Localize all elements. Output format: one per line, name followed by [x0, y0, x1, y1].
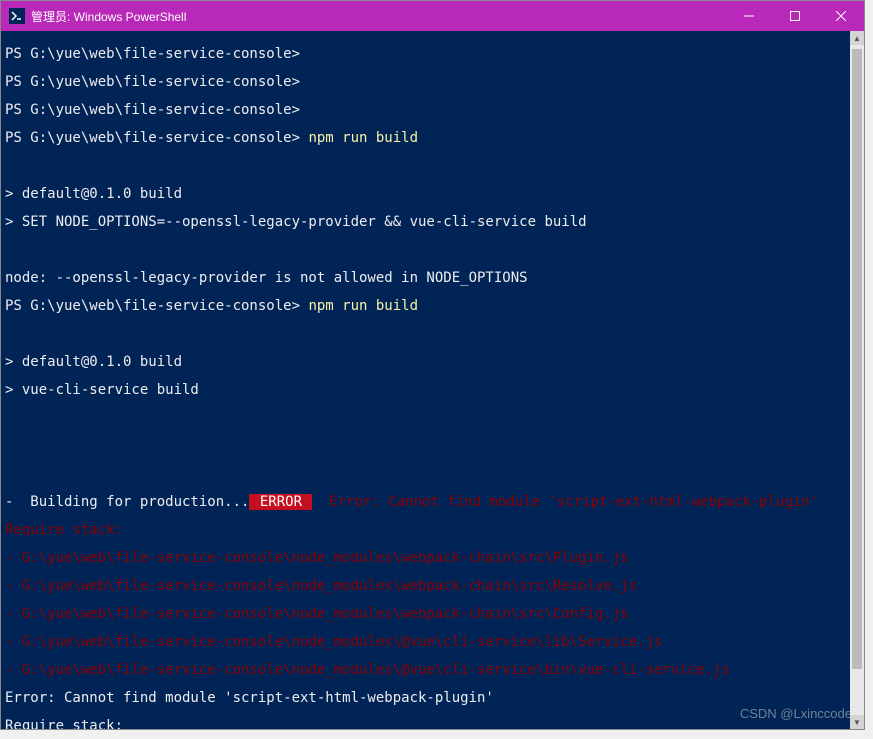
window-controls	[726, 1, 864, 31]
prompt: PS G:\yue\web\file-service-console>	[5, 298, 300, 314]
building-label: - Building for production...	[5, 494, 249, 510]
maximize-button[interactable]	[772, 1, 818, 31]
error-line: Error: Cannot find module 'script-ext-ht…	[5, 691, 846, 705]
titlebar[interactable]: 管理员: Windows PowerShell	[1, 1, 864, 31]
scroll-down-button[interactable]: ▼	[850, 715, 864, 729]
close-button[interactable]	[818, 1, 864, 31]
error-msg: Error: Cannot find module 'script-ext-ht…	[312, 494, 818, 510]
output-line: > default@0.1.0 build	[5, 187, 846, 201]
scrollbar-thumb[interactable]	[852, 49, 862, 669]
require-stack-label: Require stack:	[5, 523, 846, 537]
prompt: PS G:\yue\web\file-service-console>	[5, 102, 300, 118]
output-line: node: --openssl-legacy-provider is not a…	[5, 271, 846, 285]
command: npm run build	[308, 298, 418, 314]
prompt: PS G:\yue\web\file-service-console>	[5, 130, 300, 146]
stack-path: - G:\yue\web\file-service-console\node_m…	[5, 607, 846, 621]
stack-path: - G:\yue\web\file-service-console\node_m…	[5, 551, 846, 565]
scroll-up-button[interactable]: ▲	[850, 31, 864, 45]
error-badge: ERROR	[249, 494, 312, 510]
window-title: 管理员: Windows PowerShell	[31, 8, 726, 25]
prompt: PS G:\yue\web\file-service-console>	[5, 46, 300, 62]
minimize-button[interactable]	[726, 1, 772, 31]
powershell-icon	[9, 8, 25, 24]
output-line: > SET NODE_OPTIONS=--openssl-legacy-prov…	[5, 215, 846, 229]
output-line: > vue-cli-service build	[5, 383, 846, 397]
error-line: Require stack:	[5, 719, 846, 729]
output-line: > default@0.1.0 build	[5, 355, 846, 369]
stack-path: - G:\yue\web\file-service-console\node_m…	[5, 579, 846, 593]
stack-path: - G:\yue\web\file-service-console\node_m…	[5, 635, 846, 649]
command: npm run build	[308, 130, 418, 146]
prompt: PS G:\yue\web\file-service-console>	[5, 74, 300, 90]
terminal-output[interactable]: PS G:\yue\web\file-service-console> PS G…	[1, 31, 850, 729]
vertical-scrollbar[interactable]: ▲ ▼	[850, 31, 864, 729]
stack-path: - G:\yue\web\file-service-console\node_m…	[5, 663, 846, 677]
powershell-window: 管理员: Windows PowerShell PS G:\yue\web\fi…	[0, 0, 865, 730]
